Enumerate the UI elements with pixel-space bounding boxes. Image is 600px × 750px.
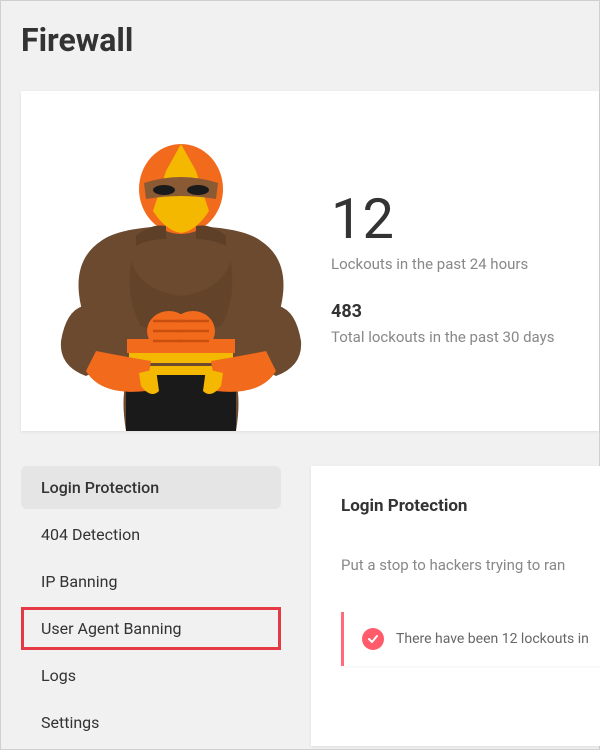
- content-panel: Login Protection Put a stop to hackers t…: [311, 466, 600, 746]
- lockouts-24h-label: Lockouts in the past 24 hours: [331, 255, 554, 273]
- lockouts-30d-label: Total lockouts in the past 30 days: [331, 328, 554, 346]
- page-title: Firewall: [21, 21, 599, 59]
- alert-text: There have been 12 lockouts in: [396, 631, 589, 647]
- panel-title: Login Protection: [341, 496, 600, 516]
- tab-user-agent-banning[interactable]: User Agent Banning: [21, 607, 281, 650]
- tab-login-protection[interactable]: Login Protection: [21, 466, 281, 509]
- sidebar-tabs: Login Protection 404 Detection IP Bannin…: [21, 466, 281, 748]
- tab-logs[interactable]: Logs: [21, 654, 281, 697]
- mascot-illustration: [41, 141, 321, 431]
- summary-card: 12 Lockouts in the past 24 hours 483 Tot…: [21, 91, 599, 431]
- panel-description: Put a stop to hackers trying to ran: [341, 556, 600, 574]
- check-circle-icon: [362, 628, 384, 650]
- lockout-alert: There have been 12 lockouts in: [341, 612, 600, 666]
- stats-block: 12 Lockouts in the past 24 hours 483 Tot…: [321, 151, 554, 374]
- tab-404-detection[interactable]: 404 Detection: [21, 513, 281, 556]
- tab-settings[interactable]: Settings: [21, 701, 281, 744]
- defender-mascot-icon: [41, 141, 321, 431]
- lockouts-24h-value: 12: [331, 191, 554, 247]
- lockouts-30d-value: 483: [331, 301, 554, 322]
- tab-ip-banning[interactable]: IP Banning: [21, 560, 281, 603]
